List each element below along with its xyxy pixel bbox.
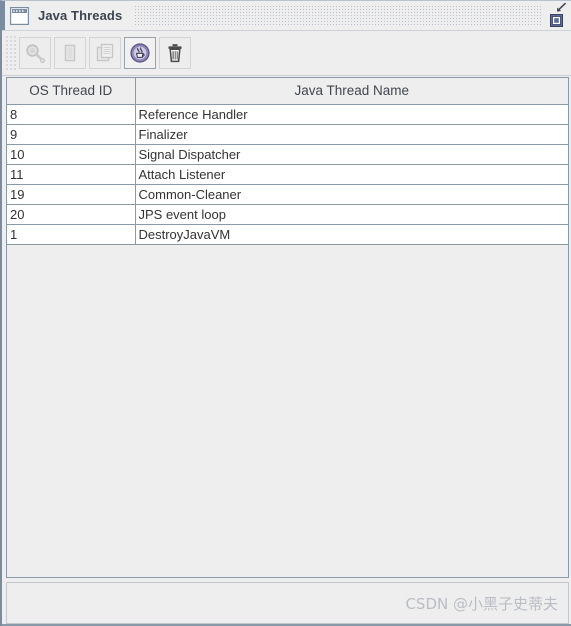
title-bar-hatch-area xyxy=(134,4,543,27)
cell-java-thread-name: Common-Cleaner xyxy=(135,184,568,205)
window-left-edge xyxy=(2,1,5,30)
table-row[interactable]: 10 Signal Dispatcher xyxy=(7,144,568,165)
table-header-row: OS Thread ID Java Thread Name xyxy=(7,78,568,105)
column-header-os-thread-id[interactable]: OS Thread ID xyxy=(7,78,136,105)
cell-java-thread-name: JPS event loop xyxy=(135,204,568,225)
table-empty-area xyxy=(7,244,568,575)
table-row[interactable]: 19 Common-Cleaner xyxy=(7,184,568,205)
table-body: 8 Reference Handler 9 Finalizer 10 Signa… xyxy=(7,104,568,245)
cell-java-thread-name: DestroyJavaVM xyxy=(135,224,568,245)
cell-os-thread-id: 8 xyxy=(7,104,136,125)
window-icon xyxy=(10,6,29,25)
cell-java-thread-name: Signal Dispatcher xyxy=(135,144,568,165)
bottom-panel: CSDN @小黑子史蒂夫 xyxy=(6,582,569,624)
cell-os-thread-id: 11 xyxy=(7,164,136,185)
memory-bar-icon xyxy=(64,44,76,62)
table-row[interactable]: 9 Finalizer xyxy=(7,124,568,145)
title-bar-buttons xyxy=(547,2,569,30)
monitor-button[interactable] xyxy=(54,37,86,69)
window-title: Java Threads xyxy=(38,8,123,23)
cell-os-thread-id: 19 xyxy=(7,184,136,205)
cell-os-thread-id: 9 xyxy=(7,124,136,145)
java-threads-window: Java Threads OS Thread ID Java Thread Na… xyxy=(0,0,571,626)
java-thread-button[interactable] xyxy=(124,37,156,69)
java-threads-table: OS Thread ID Java Thread Name 8 Referenc… xyxy=(7,78,568,245)
toolbar xyxy=(2,31,571,76)
trash-can-icon xyxy=(168,44,182,63)
watermark-text: CSDN @小黑子史蒂夫 xyxy=(405,595,558,613)
cell-java-thread-name: Attach Listener xyxy=(135,164,568,185)
table-header: OS Thread ID Java Thread Name xyxy=(7,78,568,105)
magnifier-icon xyxy=(26,44,46,64)
table-row[interactable]: 1 DestroyJavaVM xyxy=(7,224,568,245)
table-row[interactable]: 8 Reference Handler xyxy=(7,104,568,125)
column-header-java-thread-name[interactable]: Java Thread Name xyxy=(135,78,568,105)
toolbar-drag-handle[interactable] xyxy=(5,35,16,71)
inspect-button[interactable] xyxy=(19,37,51,69)
java-coffee-icon xyxy=(130,43,150,63)
diagonal-arrow-icon[interactable] xyxy=(554,2,567,14)
copy-button[interactable] xyxy=(89,37,121,69)
copy-pages-icon xyxy=(96,43,114,62)
table-row[interactable]: 11 Attach Listener xyxy=(7,164,568,185)
table-row[interactable]: 20 JPS event loop xyxy=(7,204,568,225)
restore-window-icon[interactable] xyxy=(550,13,563,27)
threads-scroll-pane[interactable]: OS Thread ID Java Thread Name 8 Referenc… xyxy=(6,77,569,578)
title-bar: Java Threads xyxy=(2,1,571,31)
cell-os-thread-id: 20 xyxy=(7,204,136,225)
cell-java-thread-name: Reference Handler xyxy=(135,104,568,125)
delete-button[interactable] xyxy=(159,37,191,69)
cell-os-thread-id: 10 xyxy=(7,144,136,165)
cell-os-thread-id: 1 xyxy=(7,224,136,245)
cell-java-thread-name: Finalizer xyxy=(135,124,568,145)
